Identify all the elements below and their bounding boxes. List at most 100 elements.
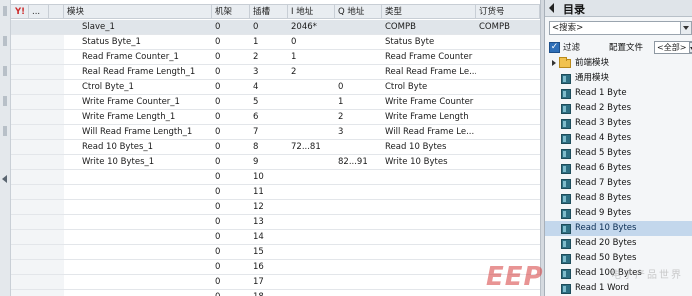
rack-cell[interactable]: 0 (212, 155, 250, 169)
row-blank-cell[interactable] (49, 125, 64, 139)
row-blank-cell[interactable] (29, 110, 49, 124)
slot-cell[interactable]: 7 (250, 125, 288, 139)
type-cell[interactable] (382, 170, 476, 184)
row-status-cell[interactable] (11, 260, 29, 274)
module-cell[interactable]: Will Read Frame Length_1 (64, 125, 212, 139)
type-cell[interactable] (382, 290, 476, 296)
rack-cell[interactable]: 0 (212, 110, 250, 124)
rack-cell[interactable]: 0 (212, 50, 250, 64)
row-blank-cell[interactable] (29, 80, 49, 94)
rack-cell[interactable]: 0 (212, 245, 250, 259)
row-blank-cell[interactable] (29, 230, 49, 244)
rack-cell[interactable]: 0 (212, 65, 250, 79)
catalog-tree-item[interactable]: Read 5 Bytes (545, 146, 692, 161)
row-status-cell[interactable] (11, 80, 29, 94)
table-row[interactable]: Read Frame Counter_1 0 2 1 Read Frame Counte… (11, 50, 540, 65)
type-cell[interactable] (382, 200, 476, 214)
column-header-module[interactable]: 模块 (64, 5, 212, 19)
slot-cell[interactable]: 0 (250, 20, 288, 34)
rack-cell[interactable]: 0 (212, 260, 250, 274)
row-status-cell[interactable] (11, 230, 29, 244)
i-address-cell[interactable]: 0 (288, 35, 335, 49)
i-address-cell[interactable]: 2046* (288, 20, 335, 34)
slot-cell[interactable]: 3 (250, 65, 288, 79)
module-cell[interactable] (64, 185, 212, 199)
i-address-cell[interactable] (288, 260, 335, 274)
module-cell[interactable] (64, 230, 212, 244)
order-number-cell[interactable] (476, 155, 540, 169)
q-address-cell[interactable] (335, 275, 382, 289)
q-address-cell[interactable] (335, 65, 382, 79)
q-address-cell[interactable]: 0 (335, 80, 382, 94)
module-cell[interactable] (64, 245, 212, 259)
rack-cell[interactable]: 0 (212, 215, 250, 229)
catalog-tree-item[interactable]: Read 3 Bytes (545, 116, 692, 131)
type-cell[interactable] (382, 275, 476, 289)
module-cell[interactable] (64, 290, 212, 296)
type-cell[interactable] (382, 215, 476, 229)
row-blank-cell[interactable] (29, 275, 49, 289)
slot-cell[interactable]: 9 (250, 155, 288, 169)
i-address-cell[interactable] (288, 275, 335, 289)
i-address-cell[interactable] (288, 230, 335, 244)
table-row[interactable]: Write Frame Counter_1 0 5 1 Write Frame Coun… (11, 95, 540, 110)
table-row[interactable]: Real Read Frame Length_1 0 3 2 Real Read Fra… (11, 65, 540, 80)
catalog-tree-item[interactable]: Read 9 Bytes (545, 206, 692, 221)
row-status-cell[interactable] (11, 95, 29, 109)
column-header-type[interactable]: 类型 (382, 5, 476, 19)
module-cell[interactable]: Slave_1 (64, 20, 212, 34)
order-number-cell[interactable] (476, 290, 540, 296)
row-status-cell[interactable] (11, 275, 29, 289)
column-header-i-address[interactable]: I 地址 (288, 5, 335, 19)
order-number-cell[interactable] (476, 65, 540, 79)
catalog-tree-item[interactable]: Read 2 Bytes (545, 101, 692, 116)
collapse-panel-icon[interactable] (549, 3, 554, 13)
slot-cell[interactable]: 18 (250, 290, 288, 296)
type-cell[interactable] (382, 245, 476, 259)
row-blank-cell[interactable] (49, 35, 64, 49)
expand-arrow-icon[interactable] (552, 60, 556, 66)
rack-cell[interactable]: 0 (212, 35, 250, 49)
module-cell[interactable]: Real Read Frame Length_1 (64, 65, 212, 79)
slot-cell[interactable]: 8 (250, 140, 288, 154)
catalog-tree-item[interactable]: Read 7 Bytes (545, 176, 692, 191)
type-cell[interactable] (382, 230, 476, 244)
table-row[interactable]: 0 14 (11, 230, 540, 245)
slot-cell[interactable]: 16 (250, 260, 288, 274)
table-row[interactable]: 0 17 (11, 275, 540, 290)
q-address-cell[interactable]: 3 (335, 125, 382, 139)
q-address-cell[interactable]: 82...91 (335, 155, 382, 169)
row-blank-cell[interactable] (49, 20, 64, 34)
rack-cell[interactable]: 0 (212, 125, 250, 139)
q-address-cell[interactable] (335, 230, 382, 244)
row-status-cell[interactable] (11, 215, 29, 229)
order-number-cell[interactable] (476, 260, 540, 274)
order-number-cell[interactable] (476, 200, 540, 214)
order-number-cell[interactable] (476, 275, 540, 289)
row-status-cell[interactable] (11, 65, 29, 79)
row-blank-cell[interactable] (29, 170, 49, 184)
row-blank-cell[interactable] (29, 50, 49, 64)
q-address-cell[interactable] (335, 50, 382, 64)
i-address-cell[interactable] (288, 185, 335, 199)
catalog-tree-item[interactable]: 通用模块 (545, 71, 692, 86)
row-blank-cell[interactable] (29, 185, 49, 199)
slot-cell[interactable]: 10 (250, 170, 288, 184)
slot-cell[interactable]: 13 (250, 215, 288, 229)
type-cell[interactable] (382, 260, 476, 274)
type-cell[interactable]: Write 10 Bytes (382, 155, 476, 169)
order-number-cell[interactable] (476, 80, 540, 94)
slot-cell[interactable]: 14 (250, 230, 288, 244)
order-number-cell[interactable] (476, 170, 540, 184)
q-address-cell[interactable] (335, 35, 382, 49)
rack-cell[interactable]: 0 (212, 275, 250, 289)
slot-cell[interactable]: 5 (250, 95, 288, 109)
slot-cell[interactable]: 2 (250, 50, 288, 64)
slot-cell[interactable]: 15 (250, 245, 288, 259)
table-row[interactable]: 0 16 (11, 260, 540, 275)
i-address-cell[interactable] (288, 215, 335, 229)
row-status-cell[interactable] (11, 170, 29, 184)
table-row[interactable]: Slave_1 0 0 2046* COMPB COMPB (11, 20, 540, 35)
type-cell[interactable]: COMPB (382, 20, 476, 34)
order-number-cell[interactable] (476, 140, 540, 154)
